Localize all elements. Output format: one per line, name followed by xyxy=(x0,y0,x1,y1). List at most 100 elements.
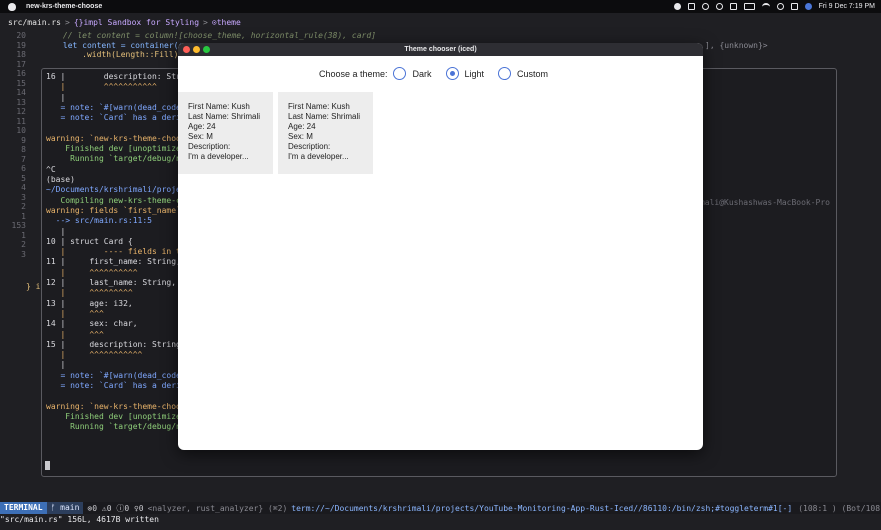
terminal-line: 12 | last_name: String, xyxy=(46,278,177,287)
card-sex: Sex: M xyxy=(188,132,213,141)
line-number: 19 xyxy=(16,40,26,50)
code-line-width[interactable]: .width(Length::Fill) xyxy=(34,50,178,60)
line-number: 4 xyxy=(21,183,26,192)
radio-custom-label[interactable]: Custom xyxy=(517,69,548,79)
terminal-line: 16 | description: String, xyxy=(46,72,201,81)
theme-chooser: Choose a theme: Dark Light Custom xyxy=(178,67,703,80)
search-icon[interactable] xyxy=(776,3,784,10)
git-branch[interactable]: ᚠ main xyxy=(46,502,84,514)
line-number: 12 xyxy=(16,107,26,116)
radio-light-label[interactable]: Light xyxy=(465,69,485,79)
code-line-comment[interactable]: // let content = column![choose_theme, h… xyxy=(34,31,376,41)
radio-dark-label[interactable]: Dark xyxy=(412,69,431,79)
app-name[interactable]: new-krs-theme-choose xyxy=(26,3,102,10)
line-number: 9 xyxy=(21,135,26,145)
cloud-icon[interactable] xyxy=(729,3,737,10)
terminal-line: 10 | struct Card { xyxy=(46,236,133,246)
command-line[interactable]: "src/main.rs" 156L, 4617B written xyxy=(0,515,159,524)
breadcrumb: src/main.rs > {}impl Sandbox for Styling… xyxy=(0,16,881,29)
terminal-line: = note: `Card` has a deriv xyxy=(46,381,186,390)
line-number: 11 xyxy=(16,116,26,126)
minimize-icon[interactable] xyxy=(193,46,200,53)
record-icon[interactable] xyxy=(673,3,681,10)
status-bar: TERMINAL ᚠ main ⊗0 ⚠0 ⓘ0 ♀0 <nalyzer, ru… xyxy=(0,502,881,514)
line-number: 15 xyxy=(16,78,26,88)
radio-light-circle[interactable] xyxy=(445,67,459,80)
menu-bar: new-krs-theme-choose Fri 9 Dec 7:19 PM xyxy=(0,0,881,13)
choose-theme-label: Choose a theme: xyxy=(318,68,388,79)
line-number: 13 xyxy=(16,97,26,107)
terminal-path: term://~/Documents/krshrimali/projects/Y… xyxy=(291,503,793,513)
line-number: 14 xyxy=(16,88,26,97)
terminal-line: Finished dev [unoptimized xyxy=(46,144,186,154)
terminal-line: Finished dev [unoptimized xyxy=(46,411,186,421)
line-number: 2 xyxy=(21,202,26,211)
cursor-position: (108:1 ) (Bot/108) xyxy=(798,503,881,513)
terminal-line: | xyxy=(46,226,66,236)
window-title: Theme chooser (iced) xyxy=(404,46,477,53)
terminal-line: | ^^^ xyxy=(46,308,104,318)
terminal-line: warning: `new-krs-theme-choos xyxy=(46,401,186,411)
line-number: 17 xyxy=(16,59,26,69)
line-number: 7 xyxy=(21,154,26,164)
radio-dark[interactable]: Dark xyxy=(393,67,432,80)
radio-dark-circle[interactable] xyxy=(393,67,407,80)
apple-icon[interactable] xyxy=(8,2,16,11)
card-last-name: Last Name: Shrimali xyxy=(288,112,361,121)
code-line-content[interactable]: let content = container(c xyxy=(34,41,183,51)
person-card: First Name: Kush Last Name: Shrimali Age… xyxy=(178,92,273,174)
line-number: 2 xyxy=(21,240,26,249)
line-number: 16 xyxy=(16,69,26,78)
breadcrumb-file[interactable]: src/main.rs xyxy=(8,18,61,27)
clock[interactable]: Fri 9 Dec 7:19 PM xyxy=(819,3,875,10)
card-first-name: First Name: Kush xyxy=(188,102,250,111)
line-number: 5 xyxy=(21,173,26,183)
battery-icon[interactable] xyxy=(743,3,755,10)
breadcrumb-impl[interactable]: {}impl Sandbox for Styling xyxy=(74,18,199,27)
terminal-line: | ^^^^^^^^^^^ xyxy=(46,350,143,360)
terminal-cursor xyxy=(45,461,50,470)
theme-chooser-window[interactable]: Theme chooser (iced) Choose a theme: Dar… xyxy=(178,43,703,450)
terminal-line: | ^^^^^^^^^^ xyxy=(46,267,138,277)
control-center-icon[interactable] xyxy=(790,3,798,10)
code-line-closing[interactable]: } i xyxy=(26,282,40,292)
play-icon[interactable] xyxy=(715,3,723,10)
wifi-icon[interactable] xyxy=(761,3,770,10)
lsp-status: <nalyzer, rust_analyzer} (⌘2) xyxy=(147,503,288,513)
card-description-label: Description: xyxy=(288,142,331,151)
maximize-icon[interactable] xyxy=(203,46,210,53)
terminal-line: 15 | description: String, xyxy=(46,339,186,349)
terminal-line: ~/Documents/krshrimali/project xyxy=(46,185,191,195)
line-number-gutter: 20 19 18 17 16 15 14 13 12 11 10 9 8 7 6 5 4 3 2 1 153 1 2 3 xyxy=(0,31,26,259)
menu-bar-status: Fri 9 Dec 7:19 PM xyxy=(673,0,875,13)
terminal-line: | ^^^^^^^^^^^ xyxy=(46,82,157,92)
close-icon[interactable] xyxy=(183,46,190,53)
leaf-icon[interactable] xyxy=(687,3,695,10)
terminal-line: 14 | sex: char, xyxy=(46,319,138,329)
timer-icon[interactable] xyxy=(701,3,709,10)
line-number: 153 xyxy=(11,221,26,230)
radio-custom-circle[interactable] xyxy=(498,67,512,80)
siri-icon[interactable] xyxy=(804,3,812,10)
radio-custom[interactable]: Custom xyxy=(498,67,548,80)
card-first-name: First Name: Kush xyxy=(288,102,350,111)
terminal-line: warning: fields `first_name`, xyxy=(46,205,186,215)
terminal-host: mali@Kushashwas-MacBook-Pro xyxy=(699,198,830,207)
line-number: 1 xyxy=(21,211,26,221)
line-number: 6 xyxy=(21,164,26,173)
card-description-label: Description: xyxy=(188,142,231,151)
breadcrumb-separator: > xyxy=(64,18,70,27)
terminal-line: | ---- fields in th xyxy=(46,247,186,257)
radio-light[interactable]: Light xyxy=(445,67,485,80)
code-fragment: let content = container(c xyxy=(34,40,184,50)
line-number: 1 xyxy=(21,230,26,240)
window-titlebar[interactable]: Theme chooser (iced) xyxy=(178,43,703,56)
terminal-line: (base) xyxy=(46,175,75,184)
terminal-line: = note: `#[warn(dead_code) xyxy=(46,102,186,112)
line-number: 3 xyxy=(21,192,26,202)
card-age: Age: 24 xyxy=(288,122,316,131)
diagnostics-summary[interactable]: ⊗0 ⚠0 ⓘ0 ♀0 xyxy=(87,503,143,514)
breadcrumb-symbol[interactable]: ⊙theme xyxy=(212,18,241,27)
terminal-line: | ^^^ xyxy=(46,329,104,339)
terminal-line: 11 | first_name: String, xyxy=(46,257,181,267)
